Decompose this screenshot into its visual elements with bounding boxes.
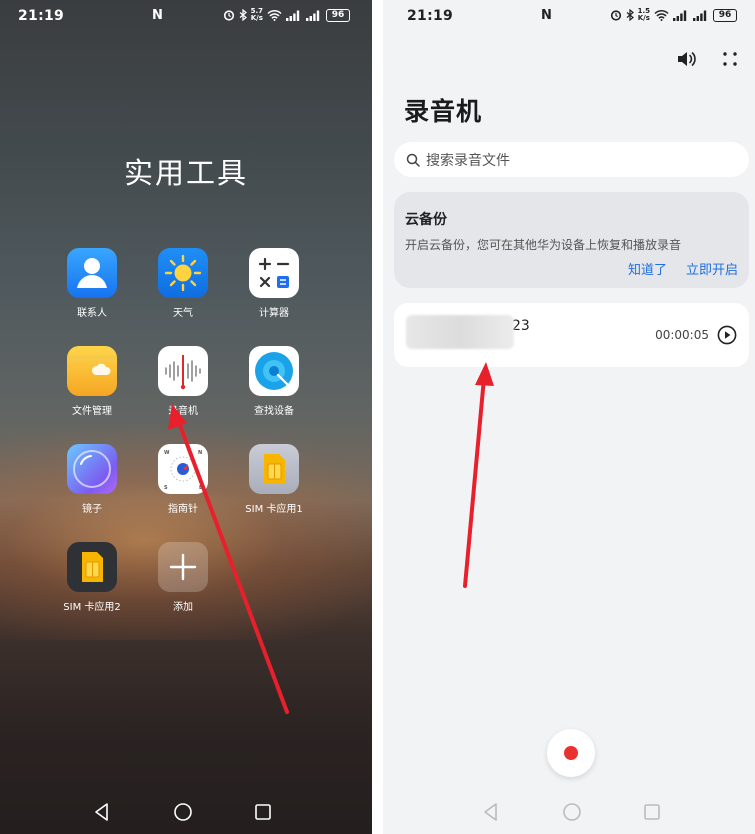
recorder-waveform-icon [158,346,208,396]
app-label: 添加 [173,602,193,613]
play-icon[interactable] [717,325,737,345]
network-speed: 1.5 K/s [637,7,650,22]
record-button[interactable] [547,729,595,777]
app-mirror[interactable]: 镜子 [50,444,134,515]
svg-text:S: S [164,485,168,491]
svg-text:E: E [199,485,203,491]
mirror-icon [67,444,117,494]
recents-icon[interactable] [251,800,275,824]
record-dot-icon [564,746,578,760]
signal-icon [693,10,707,21]
contacts-icon [67,248,117,298]
wifi-icon [654,9,669,21]
sim-card-icon [67,542,117,592]
plus-icon [158,542,208,592]
find-device-radar-icon [249,346,299,396]
nfc-icon: N [152,8,163,23]
navigation-bar [0,794,372,834]
folder-title: 实用工具 [123,156,248,190]
search-icon [406,153,420,167]
page-title: 录音机 [404,97,483,126]
app-recorder[interactable]: 录音机 [141,346,225,417]
recording-name: 23 [512,318,530,334]
signal-icon [286,10,300,21]
app-label: 镜子 [82,504,102,515]
battery-indicator: 96 [326,8,350,22]
home-screen-folder: 21:19 N 5.7 K/s 96 实用工具 联系人 天气 计算器 文件管理 … [0,0,372,834]
app-contacts[interactable]: 联系人 [50,248,134,319]
signal-icon [673,10,687,21]
status-bar: 21:19 N 5.7 K/s 96 [0,0,372,34]
cloud-backup-description: 开启云备份，您可在其他华为设备上恢复和播放录音 [405,238,682,252]
status-time: 21:19 [407,8,454,24]
alarm-icon [610,10,621,21]
app-compass[interactable]: W N S E 指南针 [141,444,225,515]
home-icon[interactable] [171,800,195,824]
recording-duration: 00:00:05 [655,328,709,342]
network-speed: 5.7 K/s [250,7,263,22]
folder-icon [67,346,117,396]
recorder-app: 21:19 N 1.5 K/s 96 录音机 搜索录音文件 云备份 开启云备份，您… [383,0,755,834]
app-label: SIM 卡应用2 [63,602,121,613]
cloud-backup-card: 云备份 开启云备份，您可在其他华为设备上恢复和播放录音 知道了 立即开启 [394,192,749,288]
app-label: 录音机 [168,406,198,417]
app-file-manager[interactable]: 文件管理 [50,346,134,417]
app-label: 指南针 [168,504,198,515]
app-find-device[interactable]: 查找设备 [232,346,316,417]
app-label: 联系人 [77,308,107,319]
app-label: 查找设备 [254,406,294,417]
navigation-bar [383,794,755,834]
weather-sun-icon [158,248,208,298]
status-bar: 21:19 N 1.5 K/s 96 [383,0,755,34]
status-icons: 1.5 K/s 96 [610,8,737,22]
more-options-icon[interactable] [719,48,741,70]
app-label: 计算器 [259,308,289,319]
recents-icon[interactable] [640,800,664,824]
redacted-area [406,315,514,349]
app-weather[interactable]: 天气 [141,248,225,319]
back-icon[interactable] [479,800,503,824]
svg-text:N: N [198,450,202,456]
enable-backup-button[interactable]: 立即开启 [686,259,738,278]
status-icons: 5.7 K/s 96 [223,8,350,22]
search-input[interactable]: 搜索录音文件 [394,142,749,177]
toolbar [675,48,741,70]
app-sim-toolkit-1[interactable]: SIM 卡应用1 [232,444,316,515]
nfc-icon: N [541,8,552,23]
app-label: 文件管理 [72,406,112,417]
search-placeholder: 搜索录音文件 [426,152,510,169]
speaker-icon[interactable] [675,48,697,70]
home-icon[interactable] [560,800,584,824]
wifi-icon [267,9,282,21]
dismiss-button[interactable]: 知道了 [628,259,667,278]
compass-icon: W N S E [158,444,208,494]
calculator-icon [249,248,299,298]
recording-list-item[interactable]: 23 00:00:05 [394,303,749,367]
sim-card-icon [249,444,299,494]
app-sim-toolkit-2[interactable]: SIM 卡应用2 [50,542,134,613]
alarm-icon [223,10,234,21]
status-time: 21:19 [18,8,65,24]
app-calculator[interactable]: 计算器 [232,248,316,319]
bluetooth-icon [626,9,634,21]
back-icon[interactable] [90,800,114,824]
app-label: 天气 [173,308,193,319]
signal-icon [306,10,320,21]
bluetooth-icon [239,9,247,21]
app-label: SIM 卡应用1 [245,504,303,515]
battery-indicator: 96 [713,8,737,22]
svg-text:W: W [164,450,170,456]
cloud-backup-title: 云备份 [405,212,447,228]
app-add[interactable]: 添加 [141,542,225,613]
